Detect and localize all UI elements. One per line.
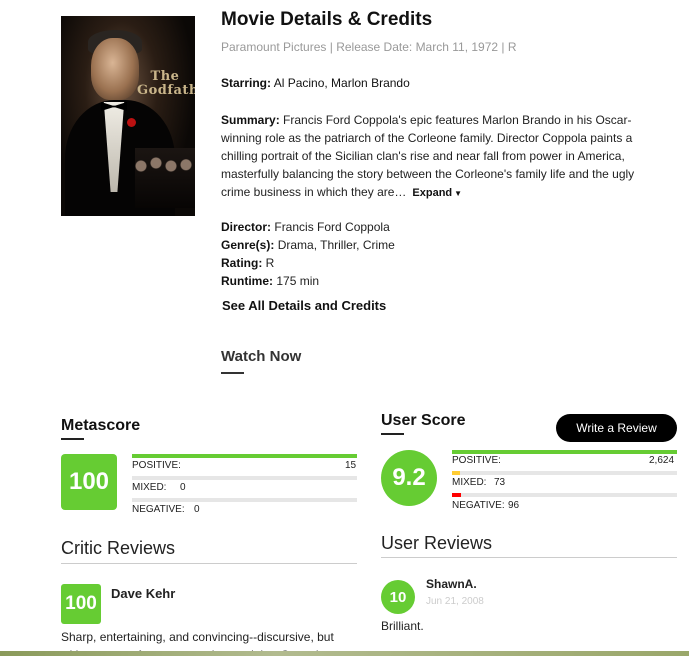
meta-positive-label: POSITIVE: [132,460,181,471]
starring-label: Starring: [221,76,272,90]
user-reviews-divider [381,557,677,558]
meta-rating: R [507,40,517,54]
see-all-details-link[interactable]: See All Details and Credits [222,298,386,313]
user-review-score-badge: 10 [381,580,415,614]
user-review-name[interactable]: ShawnA. [426,577,477,591]
meta-mixed-count: 0 [180,482,186,493]
user-mixed-label: MIXED: [452,477,487,488]
poster-face [91,38,139,100]
user-reviews-heading: User Reviews [381,533,493,553]
summary-label: Summary: [221,113,280,127]
movie-facts: Director: Francis Ford Coppola Genre(s):… [221,218,395,290]
caret-down-icon[interactable]: ▼ [454,189,462,198]
write-review-button[interactable]: Write a Review [556,414,677,442]
user-mixed-count: 73 [494,477,506,488]
director-label: Director: [221,220,272,234]
critic-reviews-heading: Critic Reviews [61,538,176,558]
meta-negative-bar [132,498,357,502]
metascore-heading: Metascore [61,417,141,434]
meta-positive-fill [132,454,357,458]
critic-reviews-divider [61,563,357,564]
movie-poster[interactable]: The Godfather [61,16,195,216]
meta-mixed-label: MIXED: [132,482,167,493]
metascore-badge[interactable]: 100 [61,454,117,510]
user-mixed-bar [452,471,677,475]
runtime-row: Runtime: 175 min [221,272,395,290]
userscore-heading-underline [381,433,404,435]
runtime-value: 175 min [276,274,320,288]
starring: Starring: Al Pacino, Marlon Brando [221,76,410,90]
page-title: Movie Details & Credits [221,9,433,30]
expand-button[interactable]: Expand ▼ [412,187,462,199]
rating-label: Rating: [221,256,263,270]
userscore-heading: User Score [381,412,466,429]
user-positive-count: 2,624 [649,455,675,466]
watch-now-underline [221,372,244,374]
release-date: Release Date: March 11, 1972 [336,40,499,54]
meta-negative-count: 0 [194,504,200,515]
user-negative-fill [452,493,461,497]
genres-row: Genre(s): Drama, Thriller, Crime [221,236,395,254]
user-mixed-fill [452,471,460,475]
critic-name[interactable]: Dave Kehr [111,586,175,601]
user-negative-label: NEGATIVE: [452,500,505,511]
user-negative-bar [452,493,677,497]
director-value: Francis Ford Coppola [274,220,390,234]
watch-now-link[interactable]: Watch Now [221,348,301,365]
user-negative-count: 96 [508,500,520,511]
starring-value: Al Pacino, Marlon Brando [273,76,410,90]
genres-value: Drama, Thriller, Crime [277,238,395,252]
poster-rose [127,118,136,127]
summary: Summary: Francis Ford Coppola's epic fea… [221,111,646,203]
metascore-heading-underline [61,438,84,440]
rating-value: R [265,256,275,270]
meta-positive-bar [132,454,357,458]
rating-row: Rating: R [221,254,395,272]
user-review-date: Jun 21, 2008 [426,596,484,607]
poster-logo: The Godfather [137,69,195,98]
meta-positive-count: 15 [345,460,357,471]
userscore-badge[interactable]: 9.2 [381,450,437,506]
footer-strip [0,651,689,656]
meta-negative-label: NEGATIVE: [132,504,185,515]
user-positive-fill [452,450,677,454]
director-row: Director: Francis Ford Coppola [221,218,395,236]
user-review-text: Brilliant. [381,619,424,633]
genres-label: Genre(s): [221,238,275,252]
studio: Paramount Pictures [221,40,327,54]
expand-label[interactable]: Expand [412,187,452,199]
runtime-label: Runtime: [221,274,273,288]
meta-mixed-bar [132,476,357,480]
user-positive-label: POSITIVE: [452,455,501,466]
user-positive-bar [452,450,677,454]
critic-score-badge: 100 [61,584,101,624]
movie-meta: Paramount Pictures | Release Date: March… [221,40,517,54]
poster-crowd [135,148,195,208]
